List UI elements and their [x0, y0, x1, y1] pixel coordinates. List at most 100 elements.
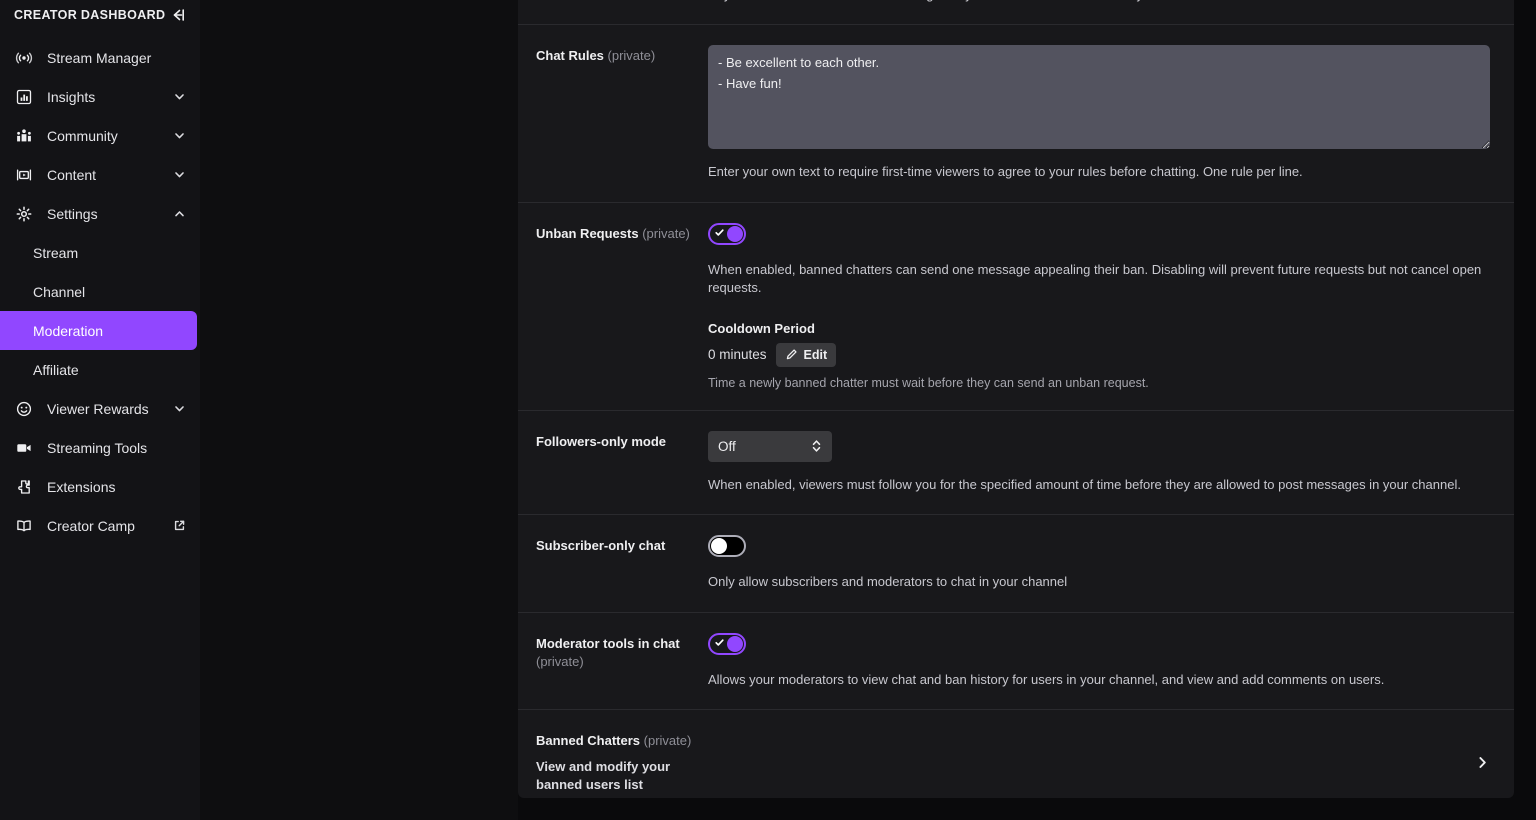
section-help-text: Enter your own text to require first-tim… [708, 164, 1303, 180]
section-email-verification: Email Verification Anyone that would lik… [518, 0, 1514, 26]
section-body: Off When enabled, viewers must follow yo… [708, 430, 1490, 494]
sidebar-subitem-label: Channel [33, 283, 86, 300]
smiley-icon [14, 399, 34, 419]
section-followers-only-mode: Followers-only mode Off When enabled, vi… [518, 411, 1514, 516]
cooldown-period-title: Cooldown Period [708, 320, 815, 336]
section-help-text: Only allow subscribers and moderators to… [708, 574, 1068, 590]
check-icon [713, 227, 725, 239]
sidebar-subitem-label: Moderation [33, 322, 104, 339]
section-body: Enter your own text to require first-tim… [708, 45, 1490, 181]
sidebar-item-label: Extensions [47, 478, 116, 495]
sidebar-item-label: Insights [47, 88, 96, 105]
sidebar-item-label: Streaming Tools [47, 439, 148, 456]
banned-chatters-subtitle: View and modify your banned users list [536, 758, 671, 793]
section-moderator-tools: Moderator tools in chat (private) Allows… [518, 613, 1514, 711]
section-title: Unban Requests [536, 225, 639, 241]
sidebar-subitem-label: Affiliate [33, 361, 79, 378]
section-body: Allows your moderators to view chat and … [708, 632, 1490, 689]
select-value: Off [718, 438, 736, 454]
sidebar-item-insights[interactable]: Insights [0, 77, 200, 116]
sidebar-item-channel[interactable]: Channel [0, 272, 200, 311]
section-body: Anyone that would like to send messages … [708, 0, 1490, 4]
chevron-right-icon[interactable] [1474, 754, 1490, 770]
broadcast-icon [14, 48, 34, 68]
toggle-knob [727, 635, 743, 652]
sidebar-item-creator-camp[interactable]: Creator Camp [0, 506, 200, 545]
sidebar-nav: Stream Manager Insights Community Conten… [0, 38, 200, 545]
chevron-up-icon[interactable] [172, 207, 186, 221]
cooldown-row: 0 minutes Edit [708, 342, 1490, 367]
sidebar-subitem-label: Stream [33, 244, 79, 261]
chevron-down-icon[interactable] [172, 129, 186, 143]
section-label: Followers-only mode [536, 431, 708, 451]
section-label: Moderator tools in chat (private) [536, 633, 708, 672]
cooldown-value: 0 minutes [708, 347, 767, 363]
sidebar-item-label: Stream Manager [47, 49, 152, 66]
sidebar-item-label: Settings [47, 205, 98, 222]
external-link-icon[interactable] [172, 519, 186, 533]
gear-icon [14, 204, 34, 224]
sidebar-item-affiliate[interactable]: Affiliate [0, 350, 200, 389]
section-title: Chat Rules [536, 48, 604, 64]
sidebar-item-stream-manager[interactable]: Stream Manager [0, 38, 200, 77]
check-icon [713, 637, 725, 649]
section-banned-chatters[interactable]: Banned Chatters (private) View and modif… [518, 710, 1514, 798]
edit-cooldown-button[interactable]: Edit [775, 342, 837, 367]
chat-rules-textarea[interactable] [708, 45, 1490, 150]
sidebar-item-extensions[interactable]: Extensions [0, 467, 200, 506]
chevron-down-icon[interactable] [172, 402, 186, 416]
collapse-left-icon[interactable] [168, 6, 186, 24]
sidebar-item-viewer-rewards[interactable]: Viewer Rewards [0, 389, 200, 428]
section-subscriber-only-chat: Subscriber-only chat Only allow subscrib… [518, 515, 1514, 613]
section-help-text: When enabled, banned chatters can send o… [708, 261, 1482, 296]
moderation-settings-panel: Email Verification Anyone that would lik… [518, 0, 1514, 798]
private-tag: (private) [642, 225, 690, 241]
toggle-knob [711, 538, 727, 555]
section-label: Banned Chatters (private) View and modif… [536, 730, 708, 794]
section-unban-requests: Unban Requests (private) When enabled, b… [518, 203, 1514, 411]
section-chat-rules: Chat Rules (private) Enter your own text… [518, 25, 1514, 203]
sidebar-item-community[interactable]: Community [0, 116, 200, 155]
subscriber-only-toggle[interactable] [708, 535, 746, 558]
sidebar-item-label: Community [47, 127, 118, 144]
sidebar-item-label: Creator Camp [47, 517, 135, 534]
section-body: When enabled, banned chatters can send o… [708, 222, 1490, 390]
sidebar: CREATOR DASHBOARD Stream Manager Insight… [0, 0, 200, 820]
sidebar-item-content[interactable]: Content [0, 155, 200, 194]
creator-dashboard-app: CREATOR DASHBOARD Stream Manager Insight… [0, 0, 1536, 820]
section-label: Chat Rules (private) [536, 45, 708, 65]
section-label: Subscriber-only chat [536, 535, 708, 555]
section-help-text: Anyone that would like to send messages … [708, 0, 1490, 4]
section-help-text: Allows your moderators to view chat and … [708, 671, 1385, 687]
pencil-icon [785, 348, 798, 361]
section-title: Moderator tools in chat [536, 635, 680, 651]
book-icon [14, 516, 34, 536]
select-updown-icon [811, 438, 822, 454]
private-tag: (private) [607, 48, 656, 64]
unban-requests-toggle[interactable] [708, 222, 746, 245]
puzzle-icon [14, 477, 34, 497]
section-title: Followers-only mode [536, 433, 667, 449]
people-icon [14, 126, 34, 146]
sidebar-item-stream[interactable]: Stream [0, 233, 200, 272]
section-help-text: When enabled, viewers must follow you fo… [708, 476, 1461, 492]
private-tag: (private) [536, 654, 584, 670]
moderator-tools-toggle[interactable] [708, 632, 746, 655]
sidebar-header: CREATOR DASHBOARD [0, 0, 200, 30]
sidebar-item-moderation[interactable]: Moderation [0, 311, 197, 350]
chevron-down-icon[interactable] [172, 90, 186, 104]
camcorder-icon [14, 438, 34, 458]
sidebar-item-label: Viewer Rewards [47, 400, 149, 417]
followers-only-select[interactable]: Off [708, 430, 832, 462]
edit-button-label: Edit [803, 347, 828, 362]
sidebar-item-settings[interactable]: Settings [0, 194, 200, 233]
cooldown-help-text: Time a newly banned chatter must wait be… [708, 375, 1149, 390]
sidebar-title: CREATOR DASHBOARD [14, 8, 166, 22]
section-body: Only allow subscribers and moderators to… [708, 535, 1490, 591]
sidebar-item-label: Content [47, 166, 97, 183]
section-label: Unban Requests (private) [536, 223, 708, 243]
section-title: Banned Chatters [536, 733, 641, 749]
page-background-gutter [200, 0, 518, 820]
chevron-down-icon[interactable] [172, 168, 186, 182]
sidebar-item-streaming-tools[interactable]: Streaming Tools [0, 428, 200, 467]
